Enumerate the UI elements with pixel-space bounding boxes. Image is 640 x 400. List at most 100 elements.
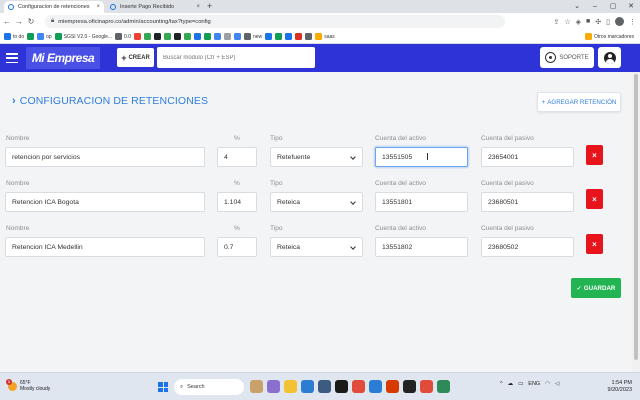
chrome-icon[interactable]	[420, 380, 433, 393]
module-search-input[interactable]	[157, 47, 315, 68]
chrome-icon[interactable]	[352, 380, 365, 393]
bookmark-item[interactable]: to do	[4, 33, 24, 40]
check-icon: ✓	[576, 284, 582, 292]
app-icon[interactable]	[403, 380, 416, 393]
battery-icon[interactable]: ▭	[518, 381, 523, 387]
other-bookmarks[interactable]: Otros marcadores	[584, 33, 634, 40]
bookmark-item[interactable]	[305, 33, 313, 40]
wifi-icon[interactable]: ◠	[545, 381, 550, 387]
menu-dots-icon[interactable]: ⋮	[629, 18, 636, 26]
pasivo-field[interactable]: 23680502	[481, 237, 574, 257]
bookmark-item[interactable]: new	[244, 33, 262, 40]
pct-field[interactable]: 4	[217, 147, 257, 167]
nombre-field[interactable]: retencion por servicios	[5, 147, 205, 167]
bookmark-item[interactable]	[144, 33, 151, 40]
chevron-up-icon[interactable]: ^	[500, 381, 503, 387]
folder-icon[interactable]	[284, 380, 297, 393]
close-icon[interactable]: ×	[96, 4, 100, 10]
puzzle-icon[interactable]: ✣	[595, 18, 601, 26]
bookmark-item[interactable]: SGSI V2.0 - Google...	[54, 33, 112, 40]
soporte-button[interactable]: SOPORTE	[540, 47, 594, 68]
taskbar-search[interactable]: ⌕ Search	[174, 379, 244, 395]
clock[interactable]: 1:54 PM 9/20/2023	[596, 380, 632, 394]
tab-configuracion[interactable]: Configuracion de retenciones ×	[4, 1, 104, 13]
tipo-select[interactable]: Reteica	[270, 192, 363, 212]
language-indicator[interactable]: ENG	[528, 381, 540, 387]
activo-label: Cuenta del activo	[375, 225, 426, 232]
app-logo[interactable]: Mi Empresa	[26, 47, 100, 69]
cloud-icon[interactable]: ☁	[508, 381, 514, 387]
bookmark-item[interactable]	[184, 33, 191, 40]
extension-icon[interactable]: ■	[586, 18, 590, 25]
minimize-icon[interactable]: –	[586, 0, 604, 12]
app-header: Mi Empresa + CREAR SOPORTE	[0, 44, 640, 72]
bookmark-item[interactable]	[164, 33, 171, 40]
user-menu-button[interactable]	[598, 47, 621, 68]
bookmark-item[interactable]	[224, 33, 231, 40]
tab-pago[interactable]: Inserte Pago Recibido ×	[106, 1, 204, 13]
nombre-field[interactable]: Retencion ICA Bogota	[5, 192, 205, 212]
url-field[interactable]: 🔒︎ miempresa.oficinapro.co/admin/account…	[45, 15, 505, 28]
star-icon[interactable]: ☆	[564, 18, 570, 26]
bookmark-item[interactable]	[204, 33, 211, 40]
crear-button[interactable]: + CREAR	[117, 48, 154, 67]
whatsapp-icon	[545, 52, 557, 63]
pasivo-field[interactable]: 23680501	[481, 192, 574, 212]
app-icon[interactable]	[250, 380, 263, 393]
bookmark-item[interactable]: 0.0	[115, 33, 131, 40]
forward-icon[interactable]: →	[14, 17, 24, 26]
bookmark-item[interactable]	[234, 33, 241, 40]
app-icon[interactable]	[369, 380, 382, 393]
bookmark-item[interactable]: saas	[315, 33, 335, 40]
nombre-field[interactable]: Retencion ICA Medellin	[5, 237, 205, 257]
tipo-select[interactable]: Retefuente	[270, 147, 363, 167]
hamburger-menu-icon[interactable]	[6, 53, 18, 63]
page-scrollbar[interactable]	[632, 72, 640, 372]
bookmark-item[interactable]	[134, 33, 141, 40]
bookmark-item[interactable]	[214, 33, 221, 40]
tipo-select[interactable]: Reteica	[270, 237, 363, 257]
bookmark-item[interactable]	[265, 33, 273, 40]
back-icon[interactable]: ←	[2, 17, 12, 26]
bookmark-item[interactable]	[285, 33, 293, 40]
delete-row-button[interactable]: ×	[586, 145, 603, 165]
app-icon[interactable]	[335, 380, 348, 393]
bookmark-item[interactable]	[174, 33, 181, 40]
bookmark-item[interactable]: op	[37, 33, 52, 40]
delete-row-button[interactable]: ×	[586, 234, 603, 254]
text-cursor	[427, 153, 428, 160]
close-window-icon[interactable]: ✕	[622, 0, 640, 12]
activo-field[interactable]: 13551802	[375, 237, 468, 257]
extension-icon[interactable]: ◈	[576, 18, 581, 26]
bookmark-item[interactable]	[295, 33, 303, 40]
guardar-button[interactable]: ✓ GUARDAR	[571, 278, 621, 298]
plus-icon: +	[121, 52, 127, 63]
activo-field[interactable]: 13551801	[375, 192, 468, 212]
bookmark-item[interactable]	[154, 33, 161, 40]
app-icon[interactable]	[437, 380, 450, 393]
delete-row-button[interactable]: ×	[586, 189, 603, 209]
volume-icon[interactable]: ◁	[555, 381, 559, 387]
pct-field[interactable]: 0.7	[217, 237, 257, 257]
agregar-retencion-button[interactable]: + AGREGAR RETENCIÓN	[537, 92, 621, 112]
activo-field[interactable]: 13551505	[375, 147, 468, 167]
app-icon[interactable]	[267, 380, 280, 393]
pasivo-field[interactable]: 23654001	[481, 147, 574, 167]
reload-icon[interactable]: ↻	[26, 17, 36, 26]
share-icon[interactable]: ⇪	[553, 18, 559, 26]
new-tab-icon[interactable]: +	[207, 1, 212, 11]
pct-field[interactable]: 1.104	[217, 192, 257, 212]
edge-icon[interactable]	[301, 380, 314, 393]
maximize-icon[interactable]: ▢	[604, 0, 622, 12]
bookmark-item[interactable]	[27, 33, 35, 40]
profile-icon[interactable]	[615, 17, 624, 26]
bookmark-item[interactable]	[194, 33, 201, 40]
store-icon[interactable]	[318, 380, 331, 393]
start-icon[interactable]	[158, 382, 168, 392]
bookmark-item[interactable]	[275, 33, 283, 40]
weather-widget[interactable]: 1 65°F Mostly cloudy	[6, 378, 50, 392]
app-icon[interactable]	[386, 380, 399, 393]
chevron-down-icon[interactable]: ⌄	[568, 0, 586, 12]
sidebar-icon[interactable]: ▯	[606, 18, 610, 26]
close-icon[interactable]: ×	[196, 4, 200, 10]
